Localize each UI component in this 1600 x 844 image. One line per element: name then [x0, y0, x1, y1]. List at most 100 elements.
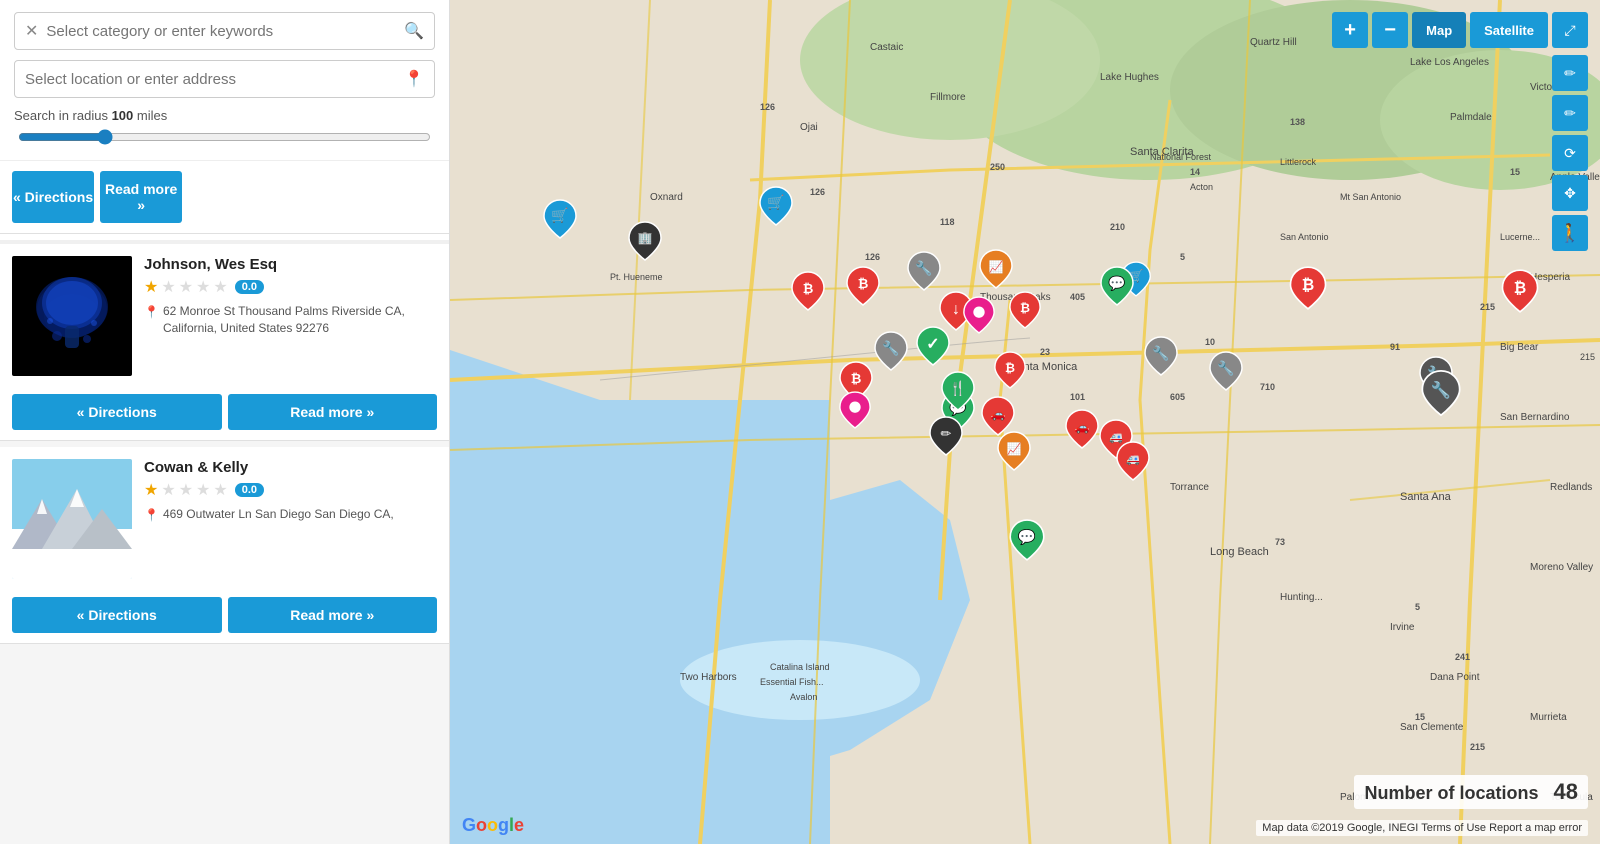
directions-button-1[interactable]: « Directions — [12, 171, 94, 223]
zoom-out-button[interactable]: − — [1372, 12, 1408, 48]
svg-text:✏: ✏ — [941, 426, 952, 441]
map-pin-wrench-right[interactable]: 🔧 — [1420, 368, 1462, 423]
svg-text:5: 5 — [1415, 602, 1420, 612]
listing-thumbnail-3 — [12, 459, 132, 579]
svg-text:🔧: 🔧 — [915, 259, 932, 277]
zoom-in-button[interactable]: + — [1332, 12, 1368, 48]
star-2: ★ — [161, 480, 175, 500]
readmore-button-1[interactable]: Read more » — [100, 171, 182, 223]
search-area: ✕ 🔍 📍 Search in radius 100 miles — [0, 0, 449, 161]
svg-text:Oxnard: Oxnard — [650, 192, 683, 203]
slider-container — [14, 129, 435, 150]
svg-text:🚑: 🚑 — [1126, 454, 1140, 466]
listing-card-2: Johnson, Wes Esq ★ ★ ★ ★ ★ 0.0 📍 62 Monr… — [0, 244, 449, 441]
star-5: ★ — [213, 480, 227, 500]
star-4: ★ — [196, 277, 210, 297]
map-pin-chat-1[interactable]: 💬 — [1099, 265, 1135, 312]
map-pin-check[interactable]: ✓ — [915, 325, 951, 372]
svg-text:Fillmore: Fillmore — [930, 92, 966, 103]
svg-text:215: 215 — [1480, 302, 1495, 312]
svg-text:Palmdale: Palmdale — [1450, 112, 1492, 123]
svg-text:126: 126 — [865, 252, 880, 262]
directions-button-3[interactable]: « Directions — [12, 597, 222, 633]
map-pin-bitcoin-3[interactable]: ₿ — [1008, 290, 1042, 335]
google-logo: Google — [462, 815, 524, 836]
svg-text:💬: 💬 — [1108, 275, 1126, 292]
star-2: ★ — [161, 277, 175, 297]
svg-text:₿: ₿ — [1020, 301, 1030, 315]
clear-icon[interactable]: ✕ — [25, 21, 38, 41]
directions-button-2[interactable]: « Directions — [12, 394, 222, 430]
svg-text:₿: ₿ — [1514, 280, 1527, 297]
radius-slider[interactable] — [18, 129, 431, 145]
person-button[interactable]: 🚶 — [1552, 215, 1588, 251]
map-pin-bitcoin-5[interactable]: ₿ — [993, 350, 1027, 395]
map-pin-wrench-3[interactable]: 🔧 — [1143, 335, 1179, 382]
map-container[interactable]: Santa Clarita Thousand Oaks Santa Monica… — [450, 0, 1600, 844]
map-pin-car-1[interactable]: 🚗 — [980, 395, 1016, 442]
svg-text:Big Bear: Big Bear — [1500, 342, 1539, 353]
radius-value: 100 — [112, 108, 134, 123]
move-button[interactable]: ✥ — [1552, 175, 1588, 211]
readmore-button-3[interactable]: Read more » — [228, 597, 438, 633]
svg-text:118: 118 — [940, 217, 955, 227]
map-pin-shopping-1[interactable]: 🛒 — [542, 198, 578, 245]
svg-text:Lake Hughes: Lake Hughes — [1100, 72, 1159, 83]
svg-text:🏢: 🏢 — [638, 231, 653, 245]
edit-map-button[interactable]: ✏ — [1552, 55, 1588, 91]
svg-text:₿: ₿ — [1302, 277, 1315, 294]
map-pin-bitcoin-1[interactable]: ₿ — [790, 270, 826, 317]
listings-container[interactable]: Johnson, Wes Esq ★ ★ ★ ★ ★ 0.0 📍 62 Monr… — [0, 244, 449, 844]
svg-text:Pt. Hueneme: Pt. Hueneme — [610, 272, 663, 282]
map-pin-chat-3[interactable]: 💬 — [1008, 518, 1046, 567]
map-pin-building[interactable]: 🏢 — [627, 220, 663, 267]
svg-text:🔧: 🔧 — [882, 339, 899, 357]
refresh-button[interactable]: ⟳ — [1552, 135, 1588, 171]
satellite-view-button[interactable]: Satellite — [1470, 12, 1548, 48]
map-pin-shopping-2[interactable]: 🛒 — [758, 185, 794, 232]
svg-text:605: 605 — [1170, 392, 1185, 402]
svg-text:Hunting...: Hunting... — [1280, 592, 1323, 603]
map-pin-wrench-1[interactable]: 🔧 — [906, 250, 942, 297]
svg-text:🔧: 🔧 — [1217, 359, 1234, 377]
svg-text:Quartz Hill: Quartz Hill — [1250, 37, 1297, 48]
star-5: ★ — [213, 277, 227, 297]
map-pin-food[interactable]: 🍴 — [940, 370, 976, 417]
svg-text:15: 15 — [1510, 167, 1520, 177]
svg-text:₿: ₿ — [1005, 361, 1015, 375]
svg-text:🔧: 🔧 — [1152, 344, 1169, 362]
map-view-button[interactable]: Map — [1412, 12, 1466, 48]
map-pin-pink-1[interactable] — [962, 295, 996, 340]
edit-blue-button[interactable]: ✏ — [1552, 95, 1588, 131]
svg-text:🚗: 🚗 — [1075, 420, 1090, 434]
map-pin-wrench-2[interactable]: 🔧 — [873, 330, 909, 377]
svg-text:Long Beach: Long Beach — [1210, 546, 1269, 558]
expand-button[interactable]: ⤢ — [1552, 12, 1588, 48]
listing-address-2: 📍 62 Monroe St Thousand Palms Riverside … — [144, 303, 437, 337]
map-pin-bitcoin-2[interactable]: ₿ — [845, 265, 881, 312]
svg-text:↓: ↓ — [952, 301, 960, 318]
map-pin-bitcoin-right[interactable]: ₿ — [1288, 265, 1328, 316]
radius-label: Search in radius 100 miles — [14, 108, 435, 123]
map-pin-bitcoin-far-right[interactable]: ₿ — [1500, 268, 1540, 319]
rating-badge-2: 0.0 — [235, 280, 264, 294]
svg-text:Torrance: Torrance — [1170, 482, 1209, 493]
svg-text:Catalina Island: Catalina Island — [770, 662, 830, 672]
map-pin-pink-2[interactable] — [838, 390, 872, 435]
locations-count: Number of locations 48 — [1354, 775, 1588, 809]
map-pin-truck-2[interactable]: 🚑 — [1115, 440, 1151, 487]
svg-text:₿: ₿ — [858, 276, 869, 291]
location-search-input[interactable] — [25, 71, 404, 88]
map-pin-trend-1[interactable]: 📈 — [978, 248, 1014, 295]
svg-text:Lake Los Angeles: Lake Los Angeles — [1410, 57, 1489, 68]
svg-text:National Forest: National Forest — [1150, 152, 1212, 162]
map-pin-wrench-4[interactable]: 🔧 — [1208, 350, 1244, 397]
map-pin-edit[interactable]: ✏ — [928, 415, 964, 462]
keyword-search-input[interactable] — [46, 23, 404, 40]
svg-text:Santa Ana: Santa Ana — [1400, 491, 1452, 503]
map-pin-car-2[interactable]: 🚗 — [1064, 408, 1100, 455]
readmore-button-2[interactable]: Read more » — [228, 394, 438, 430]
listing-name-2: Johnson, Wes Esq — [144, 256, 437, 273]
svg-text:405: 405 — [1070, 292, 1085, 302]
listing-name-3: Cowan & Kelly — [144, 459, 437, 476]
